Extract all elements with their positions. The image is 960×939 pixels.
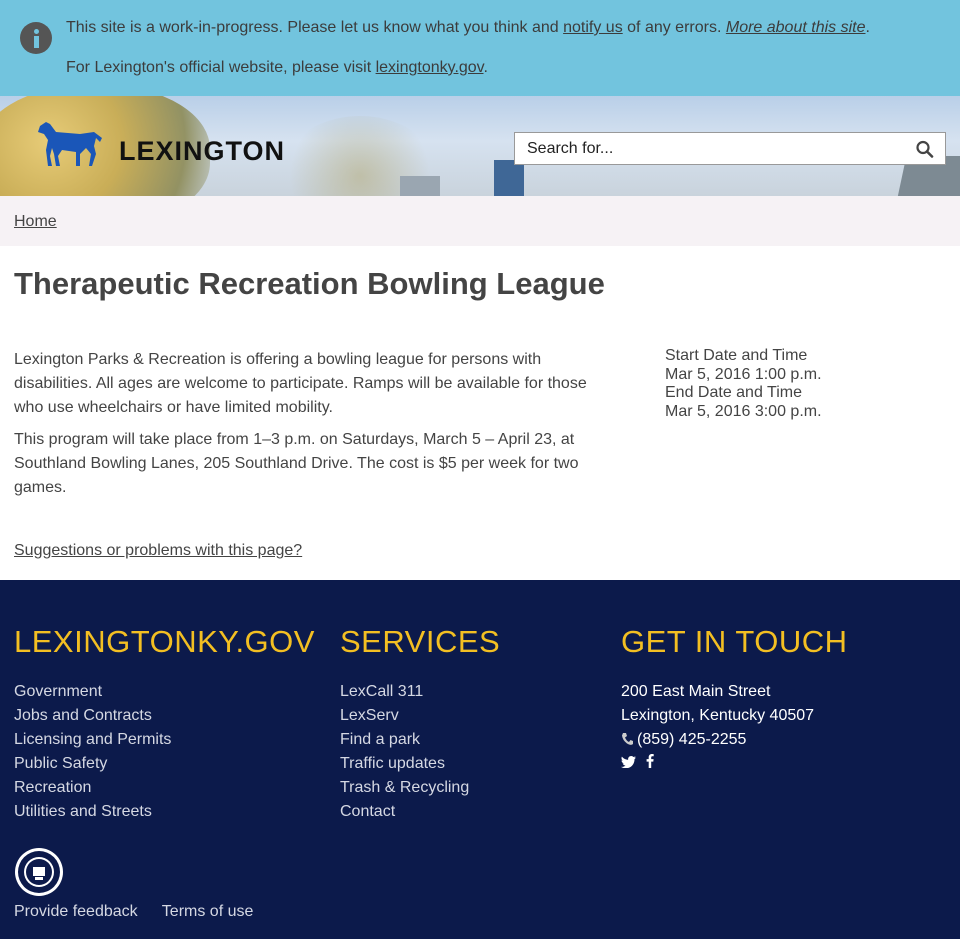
terms-of-use-link[interactable]: Terms of use — [162, 903, 254, 920]
notify-us-link[interactable]: notify us — [563, 19, 623, 36]
footer-bottom-links: Provide feedback Terms of use — [14, 903, 273, 921]
footer-column-get-in-touch: GET IN TOUCH 200 East Main Street Lexing… — [621, 624, 847, 773]
footer-link-lexcall[interactable]: LexCall 311 — [340, 683, 423, 700]
footer-link-jobs[interactable]: Jobs and Contracts — [14, 707, 152, 724]
alert-text: . — [865, 19, 870, 36]
footer-link-public-safety[interactable]: Public Safety — [14, 755, 107, 772]
city-seal-icon — [15, 848, 63, 896]
alert-banner: This site is a work-in-progress. Please … — [0, 0, 960, 96]
footer-column-services: SERVICES LexCall 311 LexServ Find a park… — [340, 624, 500, 824]
site-footer: LEXINGTONKY.GOV Government Jobs and Cont… — [0, 580, 960, 939]
alert-text: For Lexington's official website, please… — [66, 59, 376, 76]
description-paragraph: This program will take place from 1–3 p.… — [14, 431, 579, 496]
footer-link-traffic[interactable]: Traffic updates — [340, 755, 445, 772]
footer-heading: GET IN TOUCH — [621, 624, 848, 659]
footer-link-utilities[interactable]: Utilities and Streets — [14, 803, 152, 820]
more-about-link[interactable]: More about this site — [726, 19, 866, 36]
start-date-value: Mar 5, 2016 1:00 p.m. — [665, 365, 822, 383]
site-logo-text[interactable]: LEXINGTON — [119, 136, 285, 167]
alert-text: . — [483, 59, 488, 76]
search-box — [514, 132, 946, 165]
address-line-1: 200 East Main Street — [621, 683, 771, 700]
provide-feedback-link[interactable]: Provide feedback — [14, 903, 138, 920]
footer-heading: SERVICES — [340, 624, 501, 659]
alert-line-1: This site is a work-in-progress. Please … — [66, 19, 870, 37]
header-background-building — [494, 160, 524, 196]
search-input[interactable] — [515, 133, 905, 164]
twitter-icon[interactable] — [621, 755, 636, 773]
footer-link-government[interactable]: Government — [14, 683, 102, 700]
search-icon[interactable] — [915, 140, 935, 158]
footer-link-contact[interactable]: Contact — [340, 803, 395, 820]
social-links — [621, 754, 847, 773]
breadcrumb-home-link[interactable]: Home — [14, 213, 57, 231]
phone-link[interactable]: (859) 425-2255 — [637, 731, 746, 748]
address-line-2: Lexington, Kentucky 40507 — [621, 707, 815, 724]
footer-heading: LEXINGTONKY.GOV — [14, 624, 315, 659]
event-dates: Start Date and Time Mar 5, 2016 1:00 p.m… — [665, 347, 822, 421]
header-background-building — [400, 176, 440, 196]
footer-link-find-park[interactable]: Find a park — [340, 731, 420, 748]
site-header: LEXINGTON — [0, 96, 960, 196]
alert-text: This site is a work-in-progress. Please … — [66, 19, 564, 36]
horse-logo-icon[interactable] — [36, 120, 106, 170]
end-date-value: Mar 5, 2016 3:00 p.m. — [665, 402, 822, 420]
footer-link-lexserv[interactable]: LexServ — [340, 707, 399, 724]
footer-column-lexingtonky: LEXINGTONKY.GOV Government Jobs and Cont… — [14, 624, 315, 824]
footer-link-licensing[interactable]: Licensing and Permits — [14, 731, 171, 748]
footer-link-trash[interactable]: Trash & Recycling — [340, 779, 469, 796]
phone-icon — [622, 733, 633, 745]
footer-link-recreation[interactable]: Recreation — [14, 779, 91, 796]
start-date-label: Start Date and Time — [665, 347, 808, 364]
official-site-link[interactable]: lexingtonky.gov — [376, 59, 484, 76]
alert-text: of any errors. — [622, 19, 726, 36]
facebook-icon[interactable] — [646, 754, 655, 773]
suggestions-link[interactable]: Suggestions or problems with this page? — [14, 542, 302, 560]
end-date-label: End Date and Time — [665, 384, 802, 401]
phone-row: (859) 425-2255 — [621, 728, 847, 752]
alert-line-2: For Lexington's official website, please… — [66, 59, 488, 77]
description-paragraph: Lexington Parks & Recreation is offering… — [14, 351, 587, 416]
info-icon — [20, 22, 52, 54]
page-title: Therapeutic Recreation Bowling League — [14, 266, 605, 301]
breadcrumb: Home — [0, 196, 960, 246]
event-description: Lexington Parks & Recreation is offering… — [14, 348, 614, 508]
